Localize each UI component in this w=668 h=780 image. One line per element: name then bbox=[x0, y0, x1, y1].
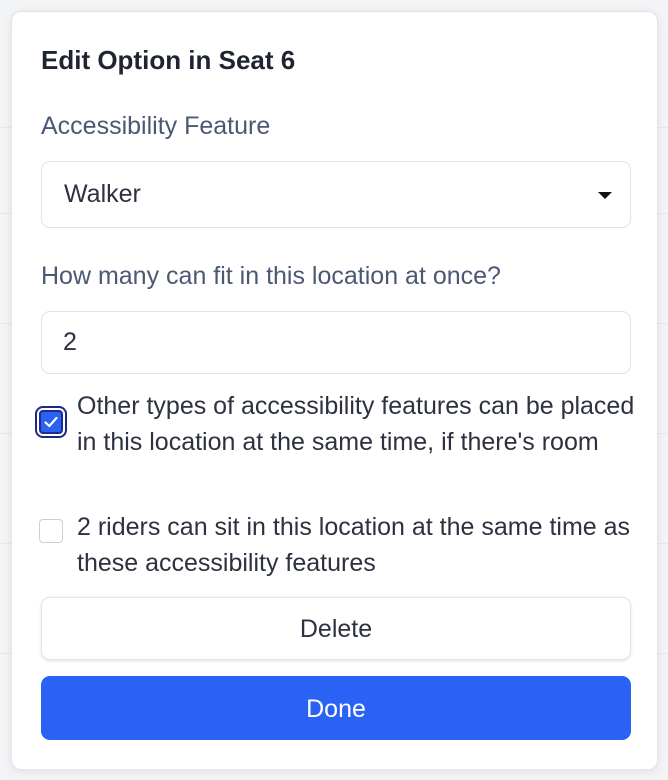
capacity-label: How many can fit in this location at onc… bbox=[41, 262, 501, 290]
caret-down-icon bbox=[598, 192, 612, 199]
allow-other-features-checkbox[interactable] bbox=[39, 410, 63, 434]
edit-option-popover: Edit Option in Seat 6 Accessibility Feat… bbox=[11, 11, 658, 770]
delete-button[interactable]: Delete bbox=[41, 597, 631, 660]
riders-sit-label: 2 riders can sit in this location at the… bbox=[77, 513, 631, 577]
accessibility-feature-label: Accessibility Feature bbox=[41, 112, 271, 140]
allow-other-features-label: Other types of accessibility features ca… bbox=[77, 392, 635, 456]
checkmark-icon bbox=[44, 416, 58, 428]
riders-sit-checkbox[interactable] bbox=[39, 519, 63, 543]
accessibility-feature-select[interactable]: Walker bbox=[41, 161, 631, 228]
capacity-input[interactable] bbox=[41, 311, 631, 374]
dialog-title: Edit Option in Seat 6 bbox=[41, 45, 296, 75]
done-button[interactable]: Done bbox=[41, 676, 631, 740]
accessibility-feature-selected-value: Walker bbox=[64, 180, 141, 208]
